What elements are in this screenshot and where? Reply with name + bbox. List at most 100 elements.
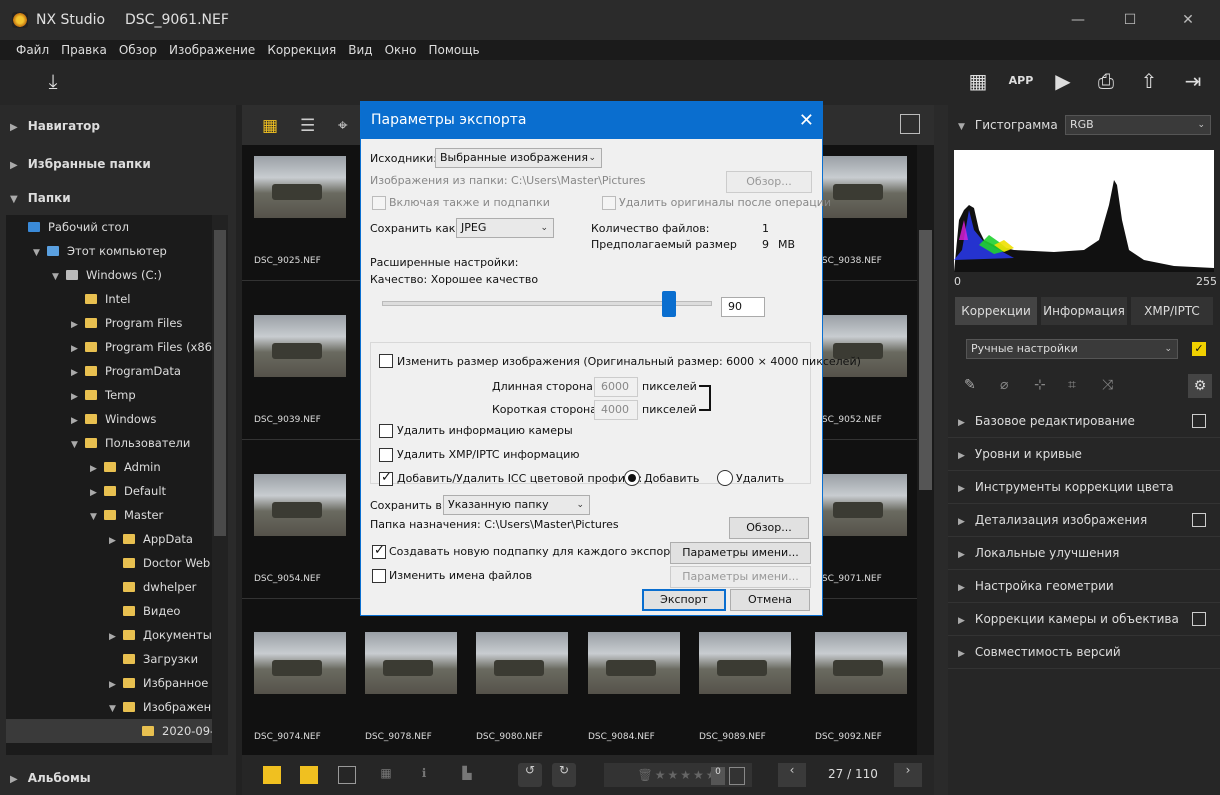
chevron-right-icon[interactable]: ▶ [71,361,85,385]
cancel-button[interactable]: Отмена [730,589,810,611]
chevron-right-icon[interactable]: ▶ [71,409,85,433]
tree-item[interactable]: Рабочий стол [14,215,129,239]
subfolder-name-params-button[interactable]: Параметры имени... [670,542,811,564]
perspective-icon[interactable]: ⤨ [1102,377,1113,393]
adjust-section[interactable]: ▶ Совместимость версий [948,636,1220,669]
slideshow-icon[interactable]: ▦ [965,68,991,94]
info-icon[interactable]: ℹ [414,766,434,784]
tree-item[interactable]: ▶ Избранное [109,671,208,695]
bandage-icon[interactable]: ⌀ [1000,377,1008,393]
menu-browse[interactable]: Обзор [113,40,163,60]
resize-checkbox[interactable] [379,354,393,368]
select-icon[interactable] [263,766,281,784]
remove-xmp-checkbox[interactable] [379,448,393,462]
adjust-section[interactable]: ▶ Детализация изображения [948,504,1220,537]
chevron-down-icon[interactable]: ▼ [90,505,104,529]
file-name-params-button[interactable]: Параметры имени... [670,566,811,588]
list-view-icon[interactable]: ☰ [300,116,315,136]
menu-adjust[interactable]: Коррекция [261,40,342,60]
albums-section[interactable]: ▶ Альбомы [0,763,236,793]
histogram-toggle-icon[interactable]: ▙ [452,766,482,784]
tree-item[interactable]: ▼ Windows (C:) [52,263,162,287]
tree-item[interactable]: ▶ Program Files (x86) [71,335,216,359]
app-icon[interactable]: APP [1008,68,1034,94]
format-select[interactable]: JPEG ⌄ [456,218,554,238]
tree-item[interactable]: ▶ ProgramData [71,359,181,383]
tree-item[interactable]: Загрузки [109,647,198,671]
icc-checkbox[interactable] [379,470,393,486]
tree-item[interactable]: ▶ AppData [109,527,193,551]
chevron-right-icon[interactable]: ▶ [90,481,104,505]
thumbnail[interactable]: DSC_9092.NEF [805,624,907,764]
tree-item[interactable]: ▼ Пользователи [71,431,190,455]
tree-item[interactable]: Видео [109,599,180,623]
tab-info[interactable]: Информация [1041,297,1127,325]
thumbnail[interactable]: DSC_9084.NEF [578,624,680,764]
icc-add-radio[interactable] [624,470,640,486]
retouch-brush-icon[interactable]: ✎ [964,377,976,393]
chevron-right-icon[interactable]: ▶ [71,313,85,337]
thumbnail[interactable]: DSC_9039.NEF [244,307,346,447]
delete-originals-checkbox[interactable] [602,196,616,210]
adjust-section[interactable]: ▶ Уровни и кривые [948,438,1220,471]
crop-icon[interactable]: ⌗ [1068,377,1076,393]
menu-edit[interactable]: Правка [55,40,113,60]
menu-window[interactable]: Окно [379,40,423,60]
chevron-right-icon[interactable]: ▶ [71,337,85,361]
compare-icon[interactable] [300,766,318,784]
tree-item[interactable]: 2020-09-12 [6,719,229,743]
grid-scroll-thumb[interactable] [919,230,932,490]
right-collapse-strip[interactable] [934,105,948,795]
channel-select[interactable]: RGB ⌄ [1065,115,1211,135]
save-in-select[interactable]: Указанную папку ⌄ [443,495,590,515]
short-side-input[interactable]: 4000 [594,400,638,420]
tree-item[interactable]: ▶ Admin [90,455,161,479]
chevron-right-icon[interactable]: ▶ [109,673,123,697]
tree-item[interactable]: ▼ Этот компьютер [33,239,167,263]
thumbnail[interactable]: DSC_9025.NEF [244,148,346,288]
grid-lines-icon[interactable]: ▦ [376,766,396,784]
tree-item[interactable]: dwhelper [109,575,196,599]
chevron-right-icon[interactable]: ▶ [109,529,123,553]
navigator-section[interactable]: ▶ Навигатор [0,111,236,141]
thumbnail[interactable]: DSC_9054.NEF [244,466,346,606]
tree-scroll-thumb[interactable] [214,230,226,536]
tab-xmp[interactable]: XMP/IPTC [1131,297,1213,325]
prev-page-icon[interactable]: ‹ [778,763,806,787]
rotate-left-icon[interactable]: ↺ [518,763,542,787]
movie-icon[interactable]: ▶ [1050,68,1076,94]
browse-dest-button[interactable]: Обзор... [729,517,809,539]
browse-source-button[interactable]: Обзор... [726,171,812,193]
settings-gear-icon[interactable]: ⚙ [1188,374,1212,398]
upload-icon[interactable]: ⇧ [1136,68,1162,94]
tree-item[interactable]: ▼ Master [90,503,163,527]
preset-select[interactable]: Ручные настройки ⌄ [966,339,1178,359]
next-page-icon[interactable]: › [894,763,922,787]
preset-checkbox[interactable]: ✓ [1192,342,1206,356]
map-pin-icon[interactable]: ⌖ [338,116,348,136]
thumbnail[interactable]: DSC_9078.NEF [355,624,457,764]
quality-input[interactable]: 90 [721,297,765,317]
tree-item[interactable]: ▶ Default [90,479,166,503]
straighten-icon[interactable]: ⊹ [1034,377,1046,393]
tree-item[interactable]: ▶ Windows [71,407,156,431]
protect-icon[interactable] [729,767,745,785]
thumbnail[interactable]: DSC_9089.NEF [689,624,791,764]
chevron-down-icon[interactable]: ▼ [71,433,85,457]
tree-item[interactable]: ▶ Program Files [71,311,182,335]
chevron-right-icon[interactable]: ▶ [90,457,104,481]
print-icon[interactable]: ⎙ [1093,68,1119,94]
tree-item[interactable]: Doctor Web [109,551,210,575]
adjust-section[interactable]: ▶ Инструменты коррекции цвета [948,471,1220,504]
tree-item[interactable]: Intel [71,287,130,311]
minimize-icon[interactable]: — [1068,10,1088,30]
favorites-section[interactable]: ▶ Избранные папки [0,149,236,179]
grid-view-icon[interactable]: ▦ [262,116,278,136]
import-icon[interactable]: ⤓ [40,68,66,94]
tree-item[interactable]: ▶ Документы [109,623,212,647]
tree-item[interactable]: ▼ Изображения [109,695,226,719]
chevron-down-icon[interactable]: ▼ [33,241,47,265]
label-count[interactable]: 0 [711,767,725,785]
histogram-header[interactable]: ▼ Гистограмма [958,118,1058,132]
dialog-close-icon[interactable]: ✕ [799,102,814,139]
